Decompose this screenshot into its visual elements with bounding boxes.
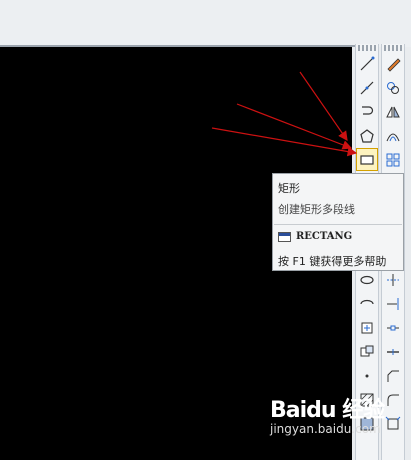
erase-icon[interactable]	[383, 53, 403, 74]
watermark-url: jingyan.baidu.com	[270, 422, 381, 436]
join-icon[interactable]	[383, 341, 403, 362]
extend-icon[interactable]	[383, 293, 403, 314]
command-window-icon	[278, 231, 291, 242]
line-icon[interactable]	[357, 53, 377, 74]
ellipse-arc-icon[interactable]	[357, 293, 377, 314]
array-icon[interactable]	[383, 149, 403, 170]
toolbar-grip[interactable]	[358, 45, 376, 51]
watermark-logo: Baidu 经验	[270, 398, 385, 423]
polyline-icon[interactable]	[357, 101, 377, 122]
ellipse-icon[interactable]	[357, 269, 377, 290]
break-icon[interactable]	[383, 317, 403, 338]
polygon-icon[interactable]	[357, 125, 377, 146]
point-icon[interactable]	[357, 365, 377, 386]
tooltip-divider	[274, 224, 402, 225]
tooltip-description: 创建矩形多段线	[278, 203, 355, 216]
mirror-icon[interactable]	[383, 101, 403, 122]
copy-icon[interactable]	[383, 77, 403, 98]
rectangle-icon[interactable]	[356, 148, 378, 171]
make-block-icon[interactable]	[357, 341, 377, 362]
construction-line-icon[interactable]	[357, 77, 377, 98]
insert-block-icon[interactable]	[357, 317, 377, 338]
tooltip: 矩形 创建矩形多段线 RECTANG 按 F1 键获得更多帮助	[272, 173, 404, 271]
trim-icon[interactable]	[383, 269, 403, 290]
offset-icon[interactable]	[383, 125, 403, 146]
tooltip-command: RECTANG	[278, 231, 352, 242]
title-bar-area	[0, 0, 411, 47]
chamfer-icon[interactable]	[383, 365, 403, 386]
tooltip-command-name: RECTANG	[296, 231, 353, 242]
tooltip-help: 按 F1 键获得更多帮助	[278, 255, 387, 268]
baidu-watermark: Baidu 经验 jingyan.baidu.com	[270, 392, 411, 460]
toolbar-grip[interactable]	[384, 45, 402, 51]
tooltip-title: 矩形	[278, 182, 300, 195]
